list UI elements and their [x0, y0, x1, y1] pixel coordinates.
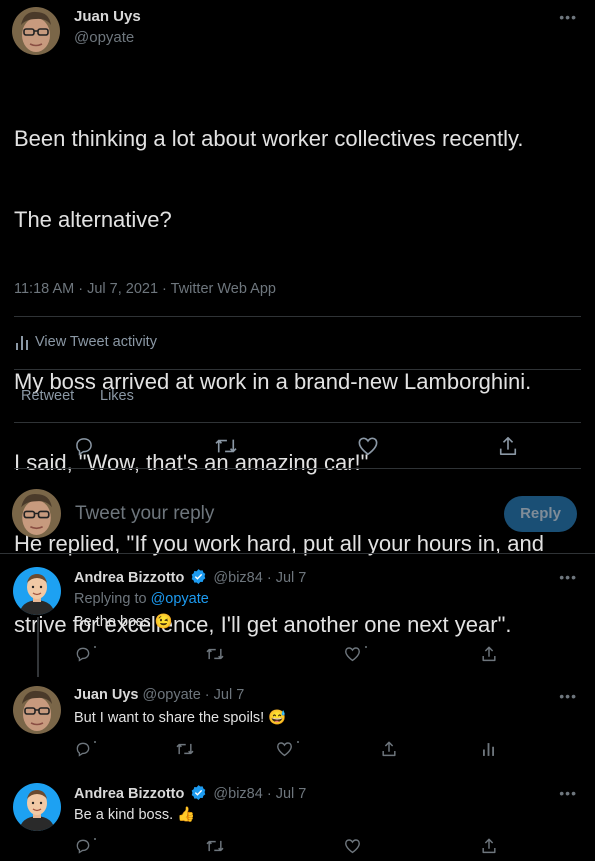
reply-avatar[interactable]: [13, 567, 61, 615]
reply-text: Be the boss 😉: [74, 613, 173, 630]
like-icon[interactable]: [344, 838, 361, 854]
analytics-icon[interactable]: [483, 742, 494, 757]
author-name[interactable]: Juan Uys: [74, 8, 141, 25]
reply-header: Juan Uys @opyate · Jul 7: [74, 687, 244, 703]
reply-icon[interactable]: [75, 741, 91, 757]
reply-text-content: Be a kind boss.: [74, 807, 174, 823]
more-icon[interactable]: •••: [559, 570, 577, 584]
like-count-dot: [365, 646, 367, 648]
reply-author-name[interactable]: Juan Uys: [74, 687, 138, 703]
reply-handle-date[interactable]: @biz84 · Jul 7: [213, 570, 306, 586]
replying-to: Replying to @opyate: [74, 591, 209, 607]
divider: [14, 316, 581, 317]
reply-author-name[interactable]: Andrea Bizzotto: [74, 570, 184, 586]
reply-text-content: But I want to share the spoils!: [74, 710, 265, 726]
avatar-photo: [13, 686, 61, 734]
avatar-illustration: [13, 567, 61, 615]
reply-count-dot: [94, 838, 96, 840]
reply-handle-date[interactable]: @opyate · Jul 7: [143, 687, 245, 703]
share-icon[interactable]: [498, 435, 518, 456]
reply-header: Andrea Bizzotto @biz84 · Jul 7: [74, 784, 306, 802]
more-icon[interactable]: •••: [559, 10, 577, 24]
thread-connector: [37, 617, 39, 677]
reply-handle-date[interactable]: @biz84 · Jul 7: [213, 786, 306, 802]
verified-badge-icon: [190, 568, 207, 585]
reply-avatar[interactable]: [13, 686, 61, 734]
reply-count-dot: [94, 646, 96, 648]
retweet-icon[interactable]: [205, 838, 225, 854]
likes-stat[interactable]: Likes: [100, 388, 134, 404]
avatar-photo: [12, 7, 60, 55]
share-icon[interactable]: [381, 740, 397, 757]
like-count-dot: [297, 741, 299, 743]
reply-button[interactable]: Reply: [504, 496, 577, 532]
avatar-photo: [12, 489, 61, 538]
reply-text: But I want to share the spoils! 😅: [74, 709, 286, 726]
divider: [14, 422, 581, 423]
view-activity-label: View Tweet activity: [35, 334, 157, 350]
reply-icon[interactable]: [75, 646, 91, 662]
like-icon[interactable]: [344, 646, 361, 662]
replying-to-handle[interactable]: @opyate: [151, 591, 209, 607]
reply-count-dot: [94, 741, 96, 743]
divider: [0, 553, 595, 554]
analytics-icon: [16, 336, 28, 350]
reply-author-name[interactable]: Andrea Bizzotto: [74, 786, 184, 802]
retweet-stat[interactable]: Retweet: [21, 388, 74, 404]
like-icon[interactable]: [357, 436, 379, 456]
retweet-icon[interactable]: [205, 646, 225, 662]
sweat-smile-emoji: 😅: [268, 710, 287, 726]
tweet-line: The alternative?: [14, 207, 172, 232]
replying-to-prefix: Replying to: [74, 591, 147, 607]
divider: [14, 369, 581, 370]
retweet-icon[interactable]: [214, 436, 238, 456]
reply-input[interactable]: Tweet your reply: [75, 503, 214, 525]
author-avatar[interactable]: [12, 7, 60, 55]
retweet-icon[interactable]: [175, 741, 195, 757]
reply-text-content: Be the boss: [74, 614, 151, 630]
thumbs-up-emoji: 👍: [177, 807, 196, 823]
tweet-line: Been thinking a lot about worker collect…: [14, 126, 524, 151]
reply-icon[interactable]: [75, 838, 91, 854]
more-icon[interactable]: •••: [559, 689, 577, 703]
reply-icon[interactable]: [74, 436, 94, 456]
reply-header: Andrea Bizzotto @biz84 · Jul 7: [74, 568, 306, 586]
composer-avatar: [12, 489, 61, 538]
verified-badge-icon: [190, 784, 207, 801]
avatar-illustration: [13, 783, 61, 831]
more-icon[interactable]: •••: [559, 786, 577, 800]
wink-emoji: 😉: [154, 614, 173, 630]
reply-avatar[interactable]: [13, 783, 61, 831]
share-icon[interactable]: [481, 645, 497, 662]
share-icon[interactable]: [481, 837, 497, 854]
reply-text: Be a kind boss. 👍: [74, 806, 195, 823]
author-handle[interactable]: @opyate: [74, 29, 134, 46]
like-icon[interactable]: [276, 741, 293, 757]
tweet-meta[interactable]: 11:18 AM · Jul 7, 2021 · Twitter Web App: [14, 281, 276, 297]
divider: [14, 468, 581, 469]
tweet-line: My boss arrived at work in a brand-new L…: [14, 369, 532, 394]
